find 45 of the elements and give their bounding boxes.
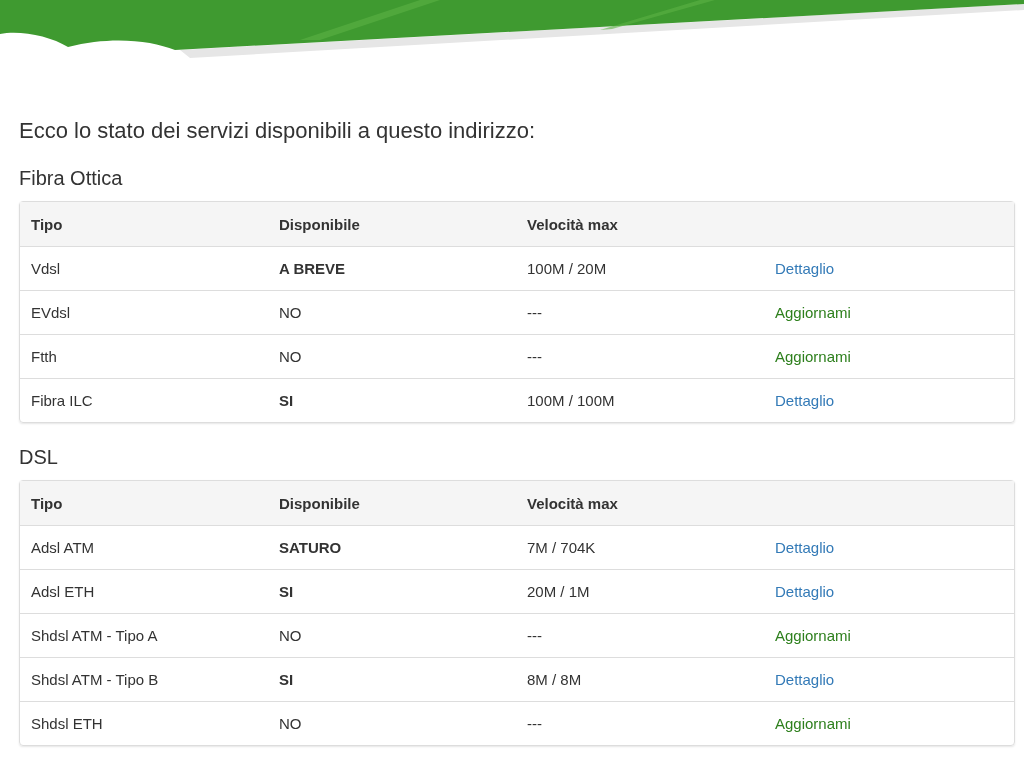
link[interactable]: Aggiornami (775, 627, 851, 645)
link[interactable]: Dettaglio (775, 671, 835, 689)
table-cell-text: A BREVE (278, 260, 347, 278)
table-cell-text: Shdsl ETH (30, 715, 104, 733)
table-cell-text: NO (278, 348, 303, 366)
column-header: Velocità max (526, 494, 619, 512)
column-header: Tipo (30, 494, 64, 512)
table-cell-text: Adsl ETH (30, 583, 96, 601)
table-cell-text: Ftth (30, 348, 58, 366)
table-cell-text: --- (526, 348, 543, 366)
table-cell-text: SI (278, 583, 295, 601)
column-header: Disponibile (278, 215, 361, 233)
column-header: Velocità max (526, 215, 619, 233)
column-header: Disponibile (278, 494, 361, 512)
table-cell-text: --- (526, 304, 543, 322)
table-cell-text: SI (278, 671, 295, 689)
table-cell-text: 8M / 8M (526, 671, 583, 689)
table-cell-text: Shdsl ATM - Tipo B (30, 671, 160, 689)
table-cell-text: 20M / 1M (526, 583, 591, 601)
link[interactable]: Aggiornami (775, 304, 851, 322)
table-cell-text: SI (278, 392, 295, 410)
section-title: Fibra Ottica (19, 166, 124, 191)
link[interactable]: Dettaglio (775, 392, 835, 410)
link[interactable]: Dettaglio (775, 583, 835, 601)
link[interactable]: Dettaglio (775, 260, 835, 278)
table-cell-text: 100M / 20M (526, 260, 608, 278)
link[interactable]: Aggiornami (775, 348, 851, 366)
table-cell-text: NO (278, 715, 303, 733)
table-cell-text: Fibra ILC (30, 392, 94, 410)
table-cell-text: 100M / 100M (526, 392, 616, 410)
table-cell-text: EVdsl (30, 304, 72, 322)
column-header: Tipo (30, 215, 64, 233)
section-title: DSL (19, 445, 59, 470)
table-cell-text: --- (526, 627, 543, 645)
table-cell-text: SATURO (278, 539, 343, 557)
table-cell-text: Vdsl (30, 260, 62, 278)
intro-heading: Ecco lo stato dei servizi disponibili a questo indirizzo: (19, 118, 537, 145)
link[interactable]: Dettaglio (775, 539, 835, 557)
table-cell-text: NO (278, 304, 303, 322)
table-cell-text: 7M / 704K (526, 539, 597, 557)
table-cell-text: Shdsl ATM - Tipo A (30, 627, 159, 645)
link[interactable]: Aggiornami (775, 715, 851, 733)
table-cell-text: Adsl ATM (30, 539, 96, 557)
table-cell-text: NO (278, 627, 303, 645)
table-cell-text: --- (526, 715, 543, 733)
